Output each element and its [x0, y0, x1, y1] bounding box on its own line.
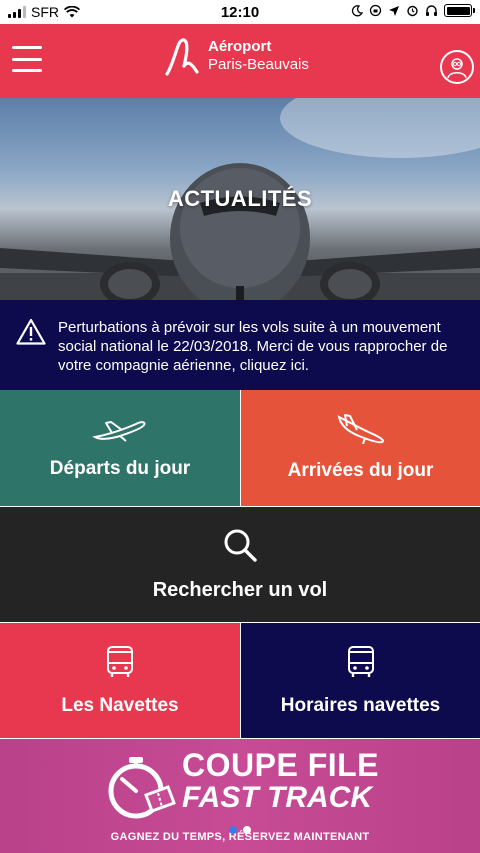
rotation-lock-icon — [369, 4, 382, 17]
location-icon — [389, 5, 399, 16]
brand-line-1: Aéroport — [208, 38, 272, 55]
fast-track-banner[interactable]: COUPE FILE FAST TRACK GAGNEZ DU TEMPS, R… — [0, 739, 480, 853]
banner-title-line1: COUPE FILE — [182, 747, 380, 783]
headphones-icon — [426, 5, 437, 16]
carousel-dot-2[interactable] — [243, 826, 251, 834]
banner-title-line2: FAST TRACK — [182, 781, 372, 814]
airport-logo-icon — [165, 38, 199, 76]
shuttles-label: Les Navettes — [61, 694, 179, 716]
news-hero[interactable]: ACTUALITÉS — [0, 98, 480, 300]
status-bar: SFR 12:10 — [0, 0, 480, 24]
stopwatch-ticket-icon — [108, 757, 176, 819]
battery-icon — [444, 4, 475, 17]
shuttles-tile[interactable]: Les Navettes — [0, 623, 240, 738]
shuttle-times-tile[interactable]: Horaires navettes — [241, 623, 480, 738]
brand-logo[interactable]: Aéroport Paris-Beauvais — [164, 36, 309, 76]
user-avatar-button[interactable] — [440, 50, 474, 84]
alarm-icon — [407, 5, 418, 17]
departures-label: Départs du jour — [49, 458, 191, 479]
warning-icon — [16, 318, 46, 345]
arrivals-tile[interactable]: Arrivées du jour — [241, 390, 480, 506]
moon-icon — [351, 4, 363, 16]
plane-landing-icon — [337, 414, 384, 444]
bus-icon — [107, 645, 133, 677]
brand-text: Aéroport Paris-Beauvais — [208, 38, 309, 74]
search-flight-tile[interactable]: Rechercher un vol — [0, 507, 480, 622]
search-flight-label: Rechercher un vol — [152, 579, 328, 601]
status-icons — [351, 4, 475, 17]
alert-text: Perturbations à prévoir sur les vols sui… — [58, 319, 448, 374]
arrivals-label: Arrivées du jour — [287, 460, 434, 481]
hamburger-menu-button[interactable] — [12, 46, 42, 72]
search-icon — [224, 529, 257, 562]
departures-tile[interactable]: Départs du jour — [0, 390, 240, 506]
bus-icon — [347, 645, 374, 677]
hero-title: ACTUALITÉS — [167, 186, 313, 211]
user-avatar-icon — [447, 58, 467, 79]
brand-line-2: Paris-Beauvais — [208, 56, 309, 73]
carousel-dot-1[interactable] — [229, 826, 237, 834]
carousel-dots[interactable] — [229, 826, 251, 834]
shuttle-times-label: Horaires navettes — [280, 694, 441, 716]
app-header: Aéroport Paris-Beauvais — [0, 24, 480, 98]
disruption-alert[interactable]: Perturbations à prévoir sur les vols sui… — [0, 300, 480, 390]
plane-takeoff-icon — [92, 421, 146, 442]
